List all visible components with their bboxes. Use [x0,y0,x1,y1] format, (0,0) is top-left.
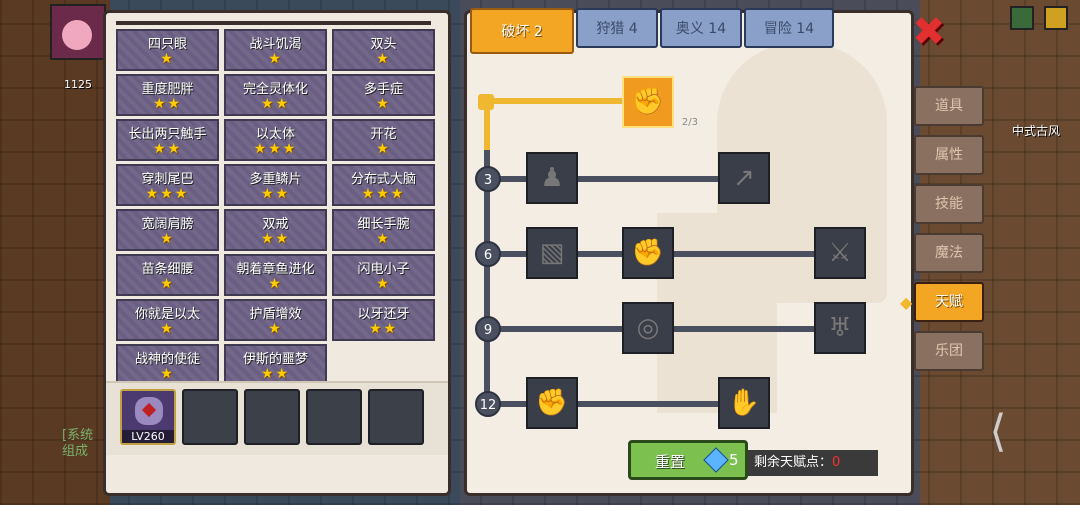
talent-cell[interactable]: 你就是以太 ★ [116,299,219,341]
side-tab-band[interactable]: 乐团 [914,331,984,371]
tab-destruction[interactable]: 破坏 2 [470,8,574,54]
character-slot-empty[interactable] [368,389,424,445]
map-label: 中式古风 [1012,124,1061,138]
talent-cell[interactable]: 多重鳞片 ★★ [224,164,327,206]
talent-list-panel: 四只眼 ★ 战斗饥渴 ★ 双头 ★ 重度肥胖 ★★ 完全灵体化 ★★ 多手症 ★ 长出两只触… [103,10,451,496]
talent-cell[interactable]: 双戒 ★★ [224,209,327,251]
talent-cell[interactable]: 战神的使徒 ★ [116,344,219,386]
talent-cell[interactable]: 闪电小子 ★ [332,254,435,296]
talent-cell[interactable]: 以牙还牙 ★★ [332,299,435,341]
tab-adventure[interactable]: 冒险 14 [744,8,834,48]
side-tab-talent[interactable]: 天赋 [914,282,984,322]
reset-label: 重置 [655,453,686,471]
side-tab-items[interactable]: 道具 [914,86,984,126]
level-marker: 3 [475,166,501,192]
talent-cell[interactable]: 双头 ★ [332,29,435,71]
side-tab-attributes[interactable]: 属性 [914,135,984,175]
reset-cost: 5 [729,451,739,469]
talent-cell[interactable]: 以太体 ★★★ [224,119,327,161]
exit-icon[interactable] [1044,6,1068,30]
cards-icon[interactable]: ▧ [526,227,578,279]
talent-cell[interactable]: 长出两只触手 ★★ [116,119,219,161]
ripple-icon[interactable]: ◎ [622,302,674,354]
character-slot-filled[interactable]: LV260 [120,389,176,445]
slash-icon[interactable]: ⚔ [814,227,866,279]
talent-cell[interactable]: 重度肥胖 ★★ [116,74,219,116]
close-icon[interactable]: ✖ [912,12,946,52]
player-avatar[interactable] [50,4,106,60]
talent-cell[interactable]: 细长手腕 ★ [332,209,435,251]
arm-wrestle-icon[interactable]: ✊ 2/3 [622,76,698,128]
side-tab-skills[interactable]: 技能 [914,184,984,224]
torso-icon[interactable]: ♟ [526,152,578,204]
level-marker: 9 [475,316,501,342]
talent-cell[interactable]: 苗条细腰 ★ [116,254,219,296]
remaining-points: 剩余天赋点：0 [748,450,878,476]
bat-icon[interactable]: ♅ [814,302,866,354]
tree-branch-12 [490,401,720,407]
talent-cell[interactable]: 战斗饥渴 ★ [224,29,327,71]
talent-cell[interactable]: 开花 ★ [332,119,435,161]
talent-cell[interactable]: 宽阔肩膀 ★ [116,209,219,251]
node-progress: 2/3 [681,117,698,128]
talent-cell[interactable]: 朝着章鱼进化 ★ [224,254,327,296]
active-indicator-icon: ◆ [900,293,913,312]
tree-branch-3 [490,176,720,182]
character-slot-empty[interactable] [244,389,300,445]
coin-count: 1125 [64,78,92,91]
character-slot-empty[interactable] [182,389,238,445]
network-icon[interactable] [1010,6,1034,30]
talent-cell[interactable]: 完全灵体化 ★★ [224,74,327,116]
grab-icon[interactable]: ✋ [718,377,770,429]
side-tab-magic[interactable]: 魔法 [914,233,984,273]
fist-icon[interactable]: ✊ [526,377,578,429]
talent-cell[interactable]: 穿刺尾巴 ★★★ [116,164,219,206]
talent-cell[interactable]: 多手症 ★ [332,74,435,116]
punch-icon[interactable]: ✊ [622,227,674,279]
share-icon[interactable]: ⟨ [968,402,1028,462]
gem-icon [703,447,729,473]
talent-cell[interactable]: 伊斯的噩梦 ★★ [224,344,327,386]
level-marker: 12 [475,391,501,417]
reset-button[interactable]: 重置 5 [628,440,748,480]
character-slot-empty[interactable] [306,389,362,445]
talent-cell[interactable]: 四只眼 ★ [116,29,219,71]
level-marker: 6 [475,241,501,267]
tab-mystic[interactable]: 奥义 14 [660,8,742,48]
talent-cell[interactable]: 分布式大脑 ★★★ [332,164,435,206]
character-portrait-icon [135,397,163,425]
talent-cell[interactable]: 护盾增效 ★ [224,299,327,341]
tab-hunting[interactable]: 狩猎 4 [576,8,658,48]
character-slots: LV260 [106,381,448,455]
system-chat-text: [系统 组成 [62,428,94,459]
arrow-icon[interactable]: ↗ [718,152,770,204]
tree-line-active [486,98,626,104]
tree-root-node [478,94,494,110]
character-level: LV260 [122,430,174,443]
